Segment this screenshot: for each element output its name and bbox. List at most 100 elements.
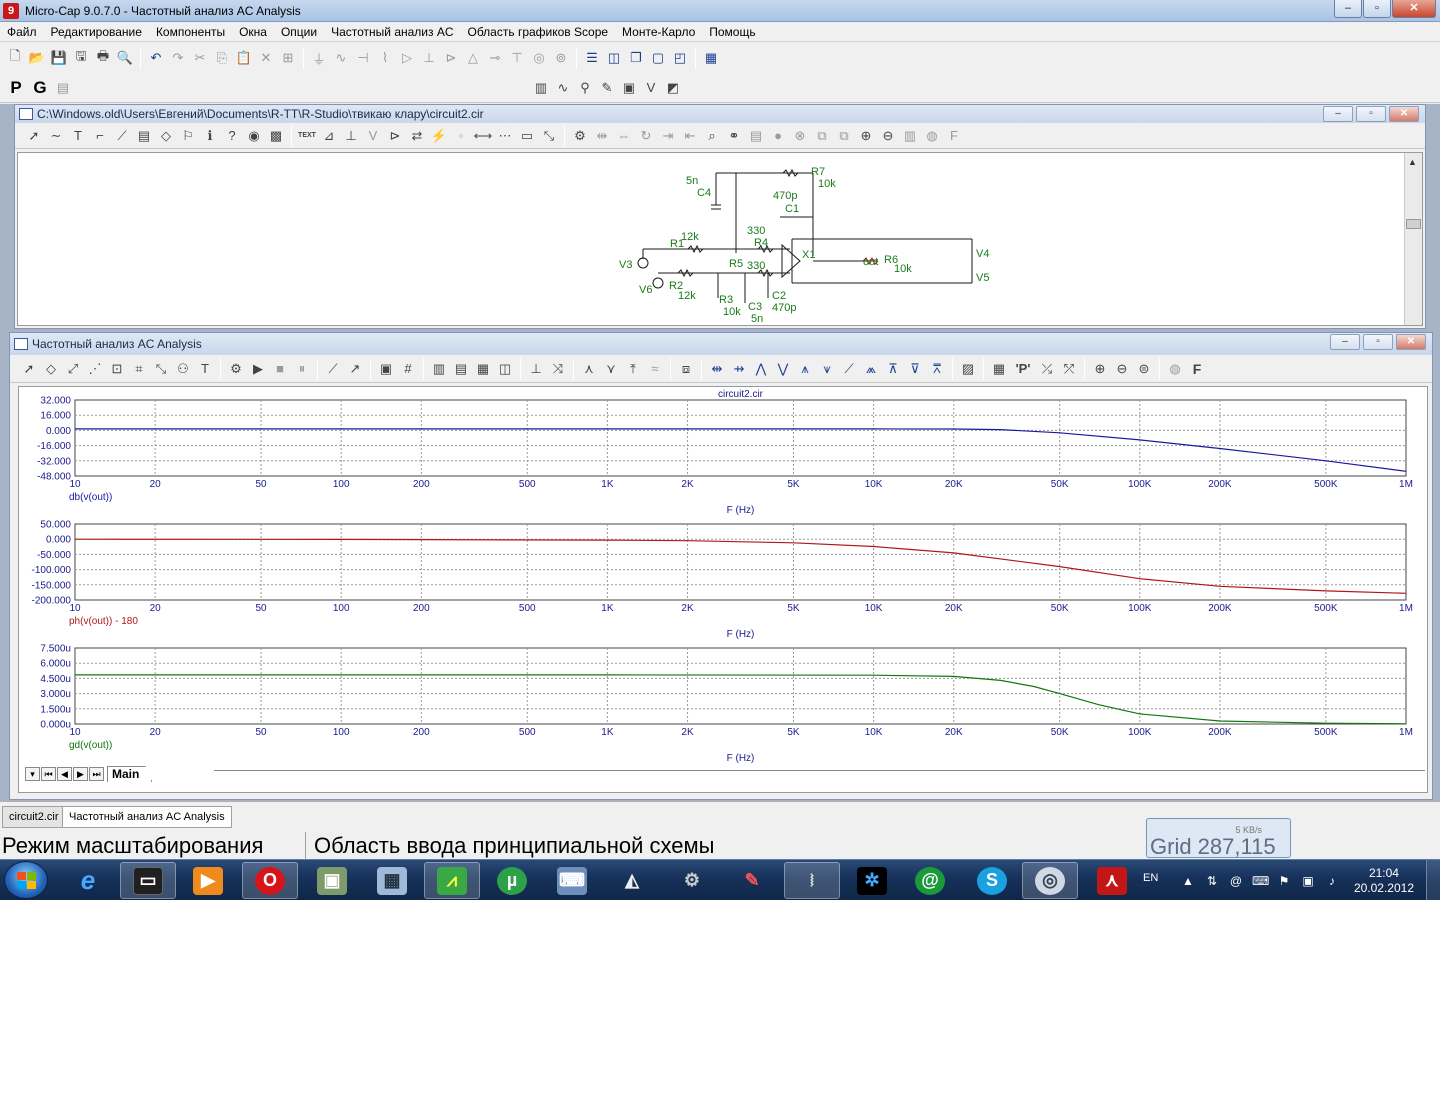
taskbar-transformer[interactable]: ⧘ (784, 862, 840, 899)
grid-icon[interactable]: # (398, 359, 418, 379)
tag-mode-icon[interactable]: ⌗ (129, 359, 149, 379)
source-icon[interactable]: ◎ (529, 48, 549, 68)
scale-icon[interactable]: ⤢ (63, 359, 83, 379)
battery-icon[interactable]: ⊥ (419, 48, 439, 68)
help-query-icon[interactable]: ? (222, 126, 242, 146)
taskbar-media-center[interactable]: ▭ (120, 862, 176, 899)
pause-icon[interactable]: ⏸ (292, 359, 312, 379)
cursor-left-icon[interactable]: ⇹ (707, 359, 727, 379)
jumper-icon[interactable]: ⊤ (507, 48, 527, 68)
run-icon[interactable]: ▶ (248, 359, 268, 379)
scroll-up-icon[interactable]: ▲ (1408, 157, 1417, 167)
peak-icon[interactable]: ⋏ (579, 359, 599, 379)
baseline-icon[interactable]: ⊥ (526, 359, 546, 379)
tile-horizontal-icon[interactable]: ☰ (582, 48, 602, 68)
save-all-icon[interactable]: 🖫 (71, 48, 91, 68)
table-icon[interactable]: ▤ (53, 78, 73, 98)
current-source-icon[interactable]: ⊚ (551, 48, 571, 68)
minimize-button[interactable]: – (1334, 0, 1362, 18)
taskbar-molecule[interactable]: ✲ (844, 862, 900, 899)
dropdown-icon[interactable]: ▾ (25, 767, 40, 781)
smooth-icon[interactable]: ≈ (645, 359, 665, 379)
taskbar-utorrent[interactable]: µ (484, 862, 540, 899)
p-key-button[interactable]: 'P' (1011, 359, 1035, 379)
doc-tab-circuit[interactable]: circuit2.cir (2, 806, 66, 828)
min-icon[interactable]: ⊽ (905, 359, 925, 379)
prev-page-icon[interactable]: ◀ (57, 767, 72, 781)
voltage-icon[interactable]: V (363, 126, 383, 146)
pen-icon[interactable]: ✎ (597, 78, 617, 98)
numeric-output-icon[interactable]: ▦ (989, 359, 1009, 379)
info-i-icon[interactable]: ℹ (200, 126, 220, 146)
properties-icon[interactable]: ⚙ (570, 126, 590, 146)
tile-vertical-icon[interactable]: ◫ (604, 48, 624, 68)
properties-icon[interactable]: ⚙ (226, 359, 246, 379)
data-points-icon[interactable]: ⋰ (85, 359, 105, 379)
scale-box-icon[interactable]: ▣ (376, 359, 396, 379)
current-icon[interactable]: ⊳ (385, 126, 405, 146)
animate-icon[interactable]: ⧈ (676, 359, 696, 379)
pin-icon[interactable]: ⟷ (473, 126, 493, 146)
inductor-icon[interactable]: ⌇ (375, 48, 395, 68)
package-icon[interactable]: ▥ (900, 126, 920, 146)
delete-icon[interactable]: ✕ (256, 48, 276, 68)
cut-icon[interactable]: ✂ (190, 48, 210, 68)
plot-canvas[interactable]: 10 20 50 100 200 500 1K 2K 5K 10K 20K 50K 100K 200K 50… (18, 386, 1428, 793)
taskbar-mail-agent[interactable]: @ (902, 862, 958, 899)
taskbar-skype[interactable]: S (964, 862, 1020, 899)
bring-front-icon[interactable]: ⧉ (812, 126, 832, 146)
cascade-icon[interactable]: ❐ (626, 48, 646, 68)
probe-select-icon[interactable]: ⤡ (539, 126, 559, 146)
border-icon[interactable]: ▭ (517, 126, 537, 146)
binoculars-icon[interactable]: ⚭ (724, 126, 744, 146)
schematic-maximize-button[interactable]: ▫ (1356, 106, 1386, 122)
text-icon[interactable]: T (195, 359, 215, 379)
cursor-mode-icon[interactable]: ⤨ (548, 359, 568, 379)
split-grid-icon[interactable]: ◫ (495, 359, 515, 379)
high-icon[interactable]: ⤒ (623, 359, 643, 379)
minor-grid-icon[interactable]: ▥ (429, 359, 449, 379)
taskbar-miranda[interactable]: ◭ (604, 862, 660, 899)
menu-help[interactable]: Помощь (702, 22, 762, 42)
font-icon[interactable]: F (944, 126, 964, 146)
folder-sync-icon[interactable]: ⇅ (1204, 873, 1220, 889)
symbol-icon[interactable]: ◍ (1165, 359, 1185, 379)
taskbar-media-player[interactable]: ▶ (180, 862, 236, 899)
close-button[interactable]: ✕ (1392, 0, 1436, 18)
capacitor-icon[interactable]: ⊣ (353, 48, 373, 68)
horizontal-tag-icon[interactable]: ⤡ (151, 359, 171, 379)
power-icon[interactable]: ⇄ (407, 126, 427, 146)
probe-icon[interactable]: ⚲ (575, 78, 595, 98)
calculator-icon[interactable]: ▦ (701, 48, 721, 68)
menu-monte-carlo[interactable]: Монте-Карло (615, 22, 702, 42)
zoom-fit-icon[interactable]: ⊜ (1134, 359, 1154, 379)
p-button[interactable]: P (5, 78, 27, 98)
analysis-close-button[interactable]: ✕ (1396, 334, 1426, 350)
network-tray-icon[interactable]: ▣ (1300, 873, 1316, 889)
switch-icon[interactable]: ⊸ (485, 48, 505, 68)
flag-tray-icon[interactable]: ⚑ (1276, 873, 1292, 889)
paste-icon[interactable]: 📋 (234, 48, 254, 68)
select-arrow-icon[interactable]: ➚ (19, 359, 39, 379)
peak-valley-icon[interactable]: ⩕ (861, 359, 881, 379)
shapes-icon[interactable]: ◇ (41, 359, 61, 379)
probe-y-icon[interactable]: ⤱ (1059, 359, 1079, 379)
max-icon[interactable]: ⊼ (883, 359, 903, 379)
zoom-out-icon[interactable]: ⊖ (1112, 359, 1132, 379)
schematic-minimize-button[interactable]: – (1323, 106, 1353, 122)
ortho-wire-icon[interactable]: ⌐ (90, 126, 110, 146)
tokens-icon[interactable]: ⊡ (107, 359, 127, 379)
taskbar-acrobat[interactable]: ⋏ (1084, 862, 1140, 899)
zoom-in-icon[interactable]: ⊕ (1090, 359, 1110, 379)
menu-file[interactable]: Файл (0, 22, 44, 42)
schematic-canvas[interactable]: 5n C4 R7 10k 470p C1 330 R4 R1 12k X1 V3… (17, 152, 1423, 326)
taskbar-settings[interactable]: ◎ (1022, 862, 1078, 899)
open-folder-icon[interactable]: 📂 (27, 48, 47, 68)
taskbar-tool[interactable]: ⚙ (664, 862, 720, 899)
maximize-button[interactable]: ▫ (1363, 0, 1391, 18)
taskbar-ie[interactable]: e (60, 862, 116, 899)
transistor-icon[interactable]: ⊳ (441, 48, 461, 68)
taskbar-network[interactable]: ⌨ (544, 862, 600, 899)
send-back-icon[interactable]: ⧉ (834, 126, 854, 146)
print-icon[interactable]: 🖶 (93, 48, 113, 68)
